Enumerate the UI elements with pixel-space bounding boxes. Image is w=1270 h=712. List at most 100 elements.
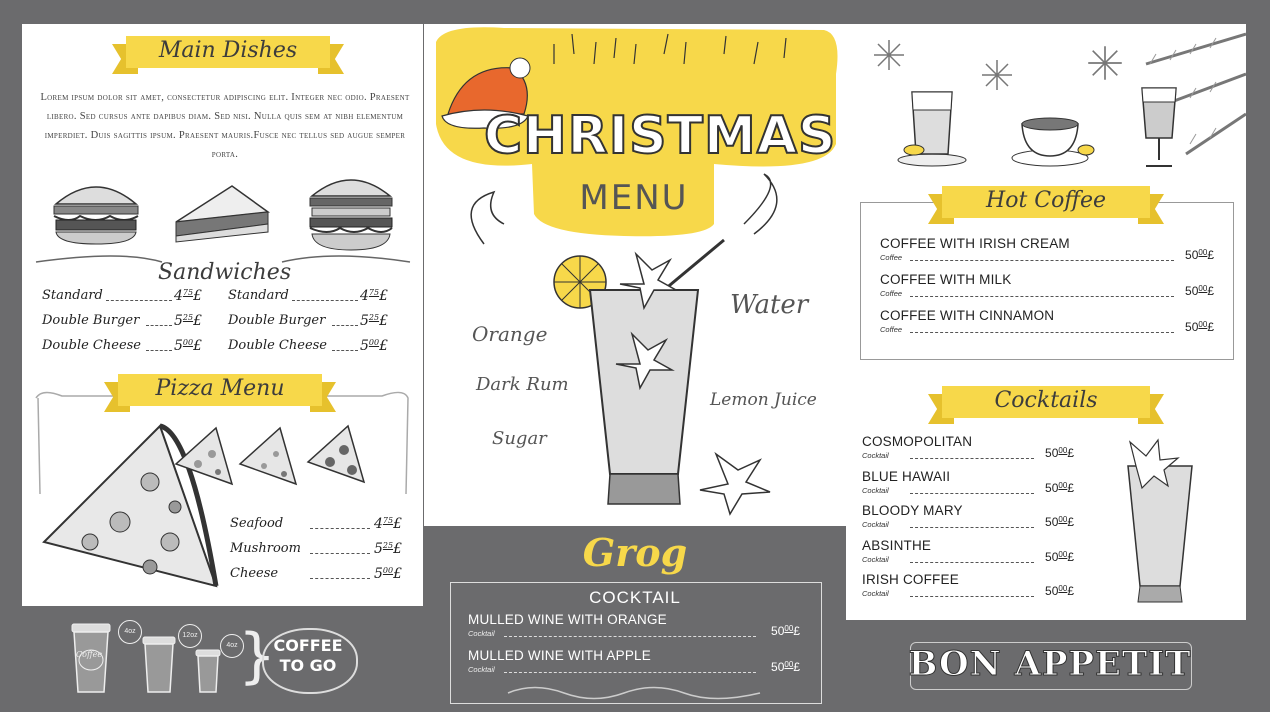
dotted-leader [106,300,172,301]
dotted-leader [910,527,1034,528]
dotted-leader [146,350,172,351]
grog-title: Grog [582,530,688,575]
grog-item: MULLED WINE WITH APPLE Cocktail 5000£ [468,648,800,678]
cocktail-item: BLUE HAWAII Cocktail 5000£ [862,469,1074,499]
snowflake-icon-2 [982,60,1012,90]
christmas-menu-panel: CHRISTMAS MENU Orange Dark Rum Sugar Wat… [424,24,846,526]
label-dark-rum: Dark Rum [476,374,569,395]
size-badge-2: 12oz [178,624,202,648]
coffee-item: COFFEE WITH CINNAMON Coffee 5000£ [880,308,1214,338]
dotted-leader [310,553,370,554]
item-name: Standard [228,288,289,303]
hot-coffee-ribbon: Hot Coffee [928,186,1164,224]
dotted-leader [292,300,358,301]
item-category: Cocktail [468,665,495,674]
tall-cocktail-glass-icon [1127,438,1193,603]
item-price: 500£ [173,338,202,354]
item-category: Cocktail [862,485,889,495]
dotted-leader [910,296,1174,297]
item-price: 5000£ [1185,284,1214,298]
dotted-leader [146,325,172,326]
main-dishes-panel: Main Dishes Lorem ipsum dolor sit amet, … [22,24,423,606]
item-name: Double Cheese [228,338,327,353]
item-name: COSMOPOLITAN [862,434,973,449]
pizza-slice-pepperoni-icon [306,424,366,484]
menu-subtitle: MENU [579,178,689,218]
sandwich-sketch-icon [175,185,271,243]
cocktail-glass-sketch-icon [553,238,771,516]
item-name: Double Burger [42,313,140,328]
item-name: MULLED WINE WITH ORANGE [468,612,667,627]
item-name: COFFEE WITH CINNAMON [880,308,1055,323]
sandwiches-heading: Sandwiches [158,260,292,285]
item-price: 5000£ [1045,584,1074,598]
label-water: Water [730,290,809,320]
item-category: Coffee [880,253,903,262]
item-price: 5000£ [1045,446,1074,460]
dotted-leader [910,260,1174,261]
coffee-item: COFFEE WITH IRISH CREAM Coffee 5000£ [880,236,1214,266]
item-category: Cocktail [862,554,889,564]
cocktails-title: Cocktails [994,388,1098,413]
coffee-to-go-section: Coffee 4oz 12oz 4oz } COFFEE TO GO [0,606,424,712]
cocktails-ribbon: Cocktails [928,386,1164,424]
cocktail-item: IRISH COFFEE Cocktail 5000£ [862,572,1074,602]
grog-section: Grog COCKTAIL MULLED WINE WITH ORANGE Coc… [424,526,846,712]
item-price: 5000£ [1045,549,1074,564]
pizza-item: Seafood 475£ [230,516,402,536]
drinks-panel: Hot Coffee COFFEE WITH IRISH CREAM Coffee… [846,24,1246,620]
dotted-leader [332,325,358,326]
hot-coffee-title: Hot Coffee [986,188,1106,213]
item-category: Cocktail [862,589,889,598]
bon-appetit-section: BON APPETIT [900,628,1200,704]
coffee-to-go-line2: TO GO [279,656,337,675]
cocktail-item: ABSINTHE Cocktail 5000£ [862,538,1074,568]
dotted-leader [504,636,756,637]
irish-coffee-glass-icon [1141,87,1177,167]
item-price: 475£ [359,288,388,304]
dotted-leader [910,492,1034,494]
item-name: ABSINTHE [862,537,932,553]
cappuccino-cup-icon [1011,117,1095,167]
main-dishes-description: Lorem ipsum dolor sit amet, consectetur … [40,92,410,160]
item-name: Mushroom [230,541,301,556]
item-category: Coffee [880,325,903,334]
item-name: Seafood [230,516,284,531]
latte-glass-icon [897,91,967,167]
dotted-leader [910,561,1034,563]
sandwich-item: Double Burger 525£ [228,313,388,333]
item-category: Coffee [880,289,903,298]
item-name: MULLED WINE WITH APPLE [468,648,651,663]
item-price: 5000£ [1185,320,1214,334]
item-category: Cocktail [468,629,495,638]
item-category: Cocktail [862,520,889,529]
item-price: 500£ [359,338,388,354]
burger-sketch-icon [53,186,139,245]
pizza-menu-title: Pizza Menu [155,376,285,401]
coffee-cup-label: Coffee [76,650,103,659]
coffee-cup-medium-icon [142,636,176,693]
item-price: 500£ [373,566,402,582]
item-price: 525£ [359,313,388,329]
item-price: 5000£ [771,660,800,674]
item-name: Double Cheese [42,338,141,353]
item-name: COFFEE WITH IRISH CREAM [880,236,1070,251]
sandwich-item: Double Cheese 500£ [228,338,388,358]
label-sugar: Sugar [492,428,547,449]
pizza-item: Mushroom 525£ [230,541,402,561]
dotted-leader [310,528,370,529]
coffee-item: COFFEE WITH MILK Coffee 5000£ [880,272,1214,302]
coffee-cup-small-icon [195,649,221,693]
size-badge-1: 4oz [118,620,142,644]
item-price: 5000£ [1045,515,1074,529]
snowflake-icon-3 [1088,46,1122,80]
item-price: 525£ [173,313,202,329]
item-name: COFFEE WITH MILK [880,272,1012,287]
label-orange: Orange [472,322,548,346]
cocktail-item: BLOODY MARY Cocktail 5000£ [862,503,1074,533]
item-name: Double Burger [228,313,326,328]
bon-appetit-text: BON APPETIT [908,644,1192,685]
dotted-leader [504,672,756,673]
sandwich-item: Standard 475£ [228,288,388,308]
sandwich-item: Double Burger 525£ [42,313,202,333]
